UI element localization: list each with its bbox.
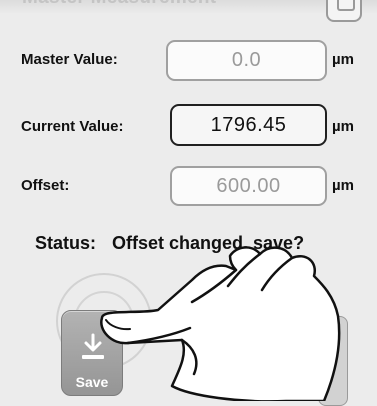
save-area: Save bbox=[0, 0, 377, 406]
adjacent-button-edge[interactable] bbox=[318, 316, 348, 406]
save-button-label: Save bbox=[75, 374, 109, 390]
download-arrow-icon bbox=[82, 333, 104, 359]
save-button[interactable]: Save bbox=[61, 310, 123, 396]
